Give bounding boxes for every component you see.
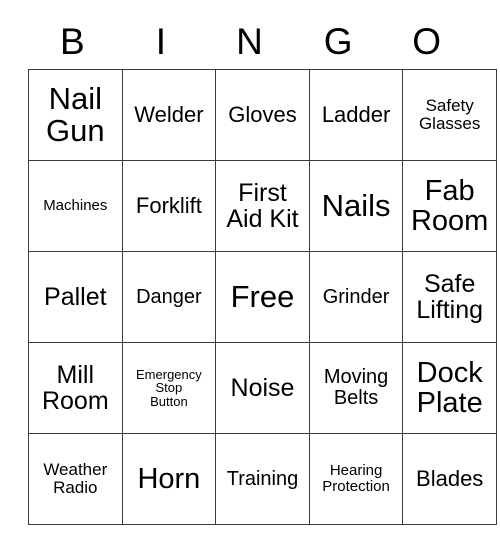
bingo-header-letter-i: I bbox=[155, 21, 167, 62]
bingo-cell[interactable]: Hearing Protection bbox=[308, 433, 404, 525]
bingo-header-letter-o: O bbox=[412, 21, 442, 62]
bingo-header-letter-b: B bbox=[59, 21, 85, 62]
bingo-cell-free[interactable]: Free bbox=[215, 251, 310, 343]
bingo-cell[interactable]: Mill Room bbox=[28, 342, 123, 434]
bingo-cell-label: Training bbox=[226, 467, 299, 490]
bingo-row: Pallet Danger Free Grinder Safe Lifting bbox=[28, 251, 497, 343]
bingo-cell-label: Danger bbox=[136, 285, 202, 308]
bingo-cell[interactable]: Noise bbox=[215, 342, 310, 434]
bingo-cell[interactable]: Safe Lifting bbox=[402, 251, 497, 343]
bingo-cell[interactable]: Safety Glasses bbox=[402, 69, 497, 161]
bingo-header-letter-g: G bbox=[323, 21, 353, 62]
bingo-cell-label: Blades bbox=[416, 465, 484, 491]
bingo-row: Mill Room Emergency Stop Button Noise Mo… bbox=[28, 342, 497, 434]
bingo-header-letter-n: N bbox=[236, 21, 263, 62]
bingo-cell[interactable]: Nail Gun bbox=[28, 69, 123, 161]
bingo-cell-label: Noise bbox=[230, 374, 295, 402]
bingo-cell-label: Dock Plate bbox=[416, 356, 483, 419]
bingo-cell[interactable]: Machines bbox=[28, 160, 123, 252]
bingo-cell-label: Emergency Stop Button bbox=[136, 366, 202, 409]
bingo-cell-label: Nail Gun bbox=[45, 80, 105, 148]
bingo-cell-label: Nails bbox=[321, 187, 391, 223]
bingo-cell-label: Mill Room bbox=[41, 361, 109, 415]
bingo-cell[interactable]: Ladder bbox=[308, 69, 404, 161]
bingo-cell[interactable]: Blades bbox=[402, 433, 497, 525]
bingo-card: B I N G O Nail Gun Welder Gloves Ladder … bbox=[28, 14, 497, 525]
bingo-cell-label: First Aid Kit bbox=[226, 179, 299, 233]
bingo-cell-label: Weather Radio bbox=[43, 460, 108, 497]
bingo-cell[interactable]: Gloves bbox=[215, 69, 310, 161]
bingo-cell[interactable]: Horn bbox=[121, 433, 217, 525]
bingo-cell[interactable]: Fab Room bbox=[402, 160, 497, 252]
bingo-cell-label: Fab Room bbox=[410, 174, 489, 237]
bingo-cell-label: Forklift bbox=[135, 192, 202, 218]
bingo-cell-label: Horn bbox=[137, 462, 201, 495]
bingo-cell-label: Safe Lifting bbox=[416, 270, 484, 324]
bingo-cell-label: Hearing Protection bbox=[322, 462, 390, 495]
bingo-cell[interactable]: Weather Radio bbox=[28, 433, 123, 525]
bingo-cell[interactable]: Danger bbox=[121, 251, 217, 343]
bingo-cell[interactable]: Emergency Stop Button bbox=[121, 342, 217, 434]
bingo-cell-label: Moving Belts bbox=[323, 366, 389, 409]
bingo-row: Machines Forklift First Aid Kit Nails Fa… bbox=[28, 160, 497, 252]
bingo-cell-label: Machines bbox=[43, 197, 108, 215]
bingo-cell[interactable]: Moving Belts bbox=[308, 342, 404, 434]
bingo-header-row: B I N G O bbox=[28, 14, 471, 69]
bingo-row: Nail Gun Welder Gloves Ladder Safety Gla… bbox=[28, 69, 497, 161]
bingo-cell[interactable]: Training bbox=[215, 433, 310, 525]
bingo-cell[interactable]: Forklift bbox=[121, 160, 217, 252]
bingo-cell[interactable]: Welder bbox=[121, 69, 217, 161]
bingo-grid: Nail Gun Welder Gloves Ladder Safety Gla… bbox=[28, 69, 497, 525]
bingo-cell[interactable]: Nails bbox=[308, 160, 404, 252]
bingo-cell[interactable]: First Aid Kit bbox=[215, 160, 310, 252]
bingo-cell-label: Gloves bbox=[228, 101, 297, 127]
bingo-cell-label: Ladder bbox=[321, 101, 391, 127]
bingo-cell-label: Safety Glasses bbox=[418, 96, 481, 133]
bingo-cell-label: Pallet bbox=[44, 283, 107, 311]
bingo-cell[interactable]: Dock Plate bbox=[402, 342, 497, 434]
bingo-row: Weather Radio Horn Training Hearing Prot… bbox=[28, 433, 497, 525]
bingo-free-space-label: Free bbox=[230, 278, 295, 314]
bingo-cell-label: Welder bbox=[134, 101, 204, 127]
bingo-cell-label: Grinder bbox=[322, 285, 390, 308]
bingo-cell[interactable]: Pallet bbox=[28, 251, 123, 343]
bingo-cell[interactable]: Grinder bbox=[308, 251, 404, 343]
